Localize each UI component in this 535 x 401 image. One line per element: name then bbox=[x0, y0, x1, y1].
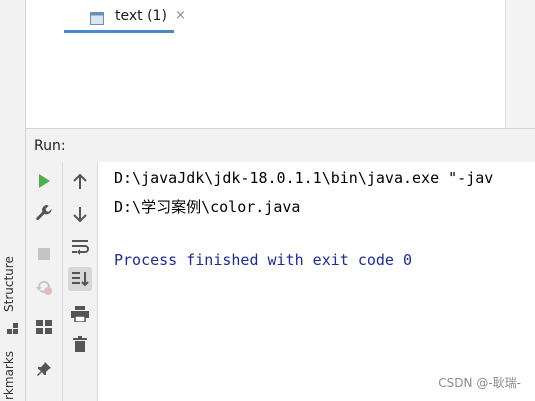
left-tool-strip: Structure rkmarks bbox=[0, 0, 26, 401]
scroll-to-end-icon[interactable] bbox=[68, 267, 92, 291]
arrow-up-icon[interactable] bbox=[68, 170, 92, 194]
watermark: CSDN @-耿瑞- bbox=[438, 376, 521, 390]
arrow-down-icon[interactable] bbox=[68, 202, 92, 226]
console-output[interactable]: D:\javaJdk\jdk-18.0.1.1\bin\java.exe "-j… bbox=[98, 162, 535, 401]
rerun-failed-icon[interactable] bbox=[32, 275, 56, 299]
run-tab-indicator bbox=[64, 30, 174, 33]
trash-icon[interactable] bbox=[68, 332, 92, 356]
structure-label: Structure bbox=[2, 256, 16, 312]
editor-gutter bbox=[505, 0, 535, 128]
bookmarks-tab[interactable]: rkmarks bbox=[2, 351, 16, 400]
console-line: D:\学习案例\color.java bbox=[114, 198, 301, 216]
console-tab-icon bbox=[90, 10, 104, 25]
run-icon[interactable] bbox=[32, 169, 56, 193]
run-toolbar-primary bbox=[26, 162, 63, 401]
stop-icon[interactable] bbox=[32, 242, 56, 266]
run-tab-label: text (1) bbox=[115, 8, 167, 24]
bookmarks-label: rkmarks bbox=[2, 350, 16, 400]
close-icon[interactable]: × bbox=[175, 8, 186, 23]
console-process-line: Process finished with exit code 0 bbox=[114, 251, 413, 269]
run-panel-title: Run: bbox=[34, 138, 66, 154]
run-panel-header: Run: bbox=[26, 128, 535, 163]
soft-wrap-icon[interactable] bbox=[68, 235, 92, 259]
run-toolbar-secondary bbox=[63, 162, 98, 401]
console-line: D:\javaJdk\jdk-18.0.1.1\bin\java.exe "-j… bbox=[114, 169, 494, 187]
print-icon[interactable] bbox=[68, 302, 92, 326]
structure-icon bbox=[7, 320, 19, 334]
pin-icon[interactable] bbox=[32, 357, 56, 381]
wrench-icon[interactable] bbox=[32, 201, 56, 225]
layout-icon[interactable] bbox=[32, 315, 56, 339]
structure-tab[interactable]: Structure bbox=[2, 256, 16, 312]
